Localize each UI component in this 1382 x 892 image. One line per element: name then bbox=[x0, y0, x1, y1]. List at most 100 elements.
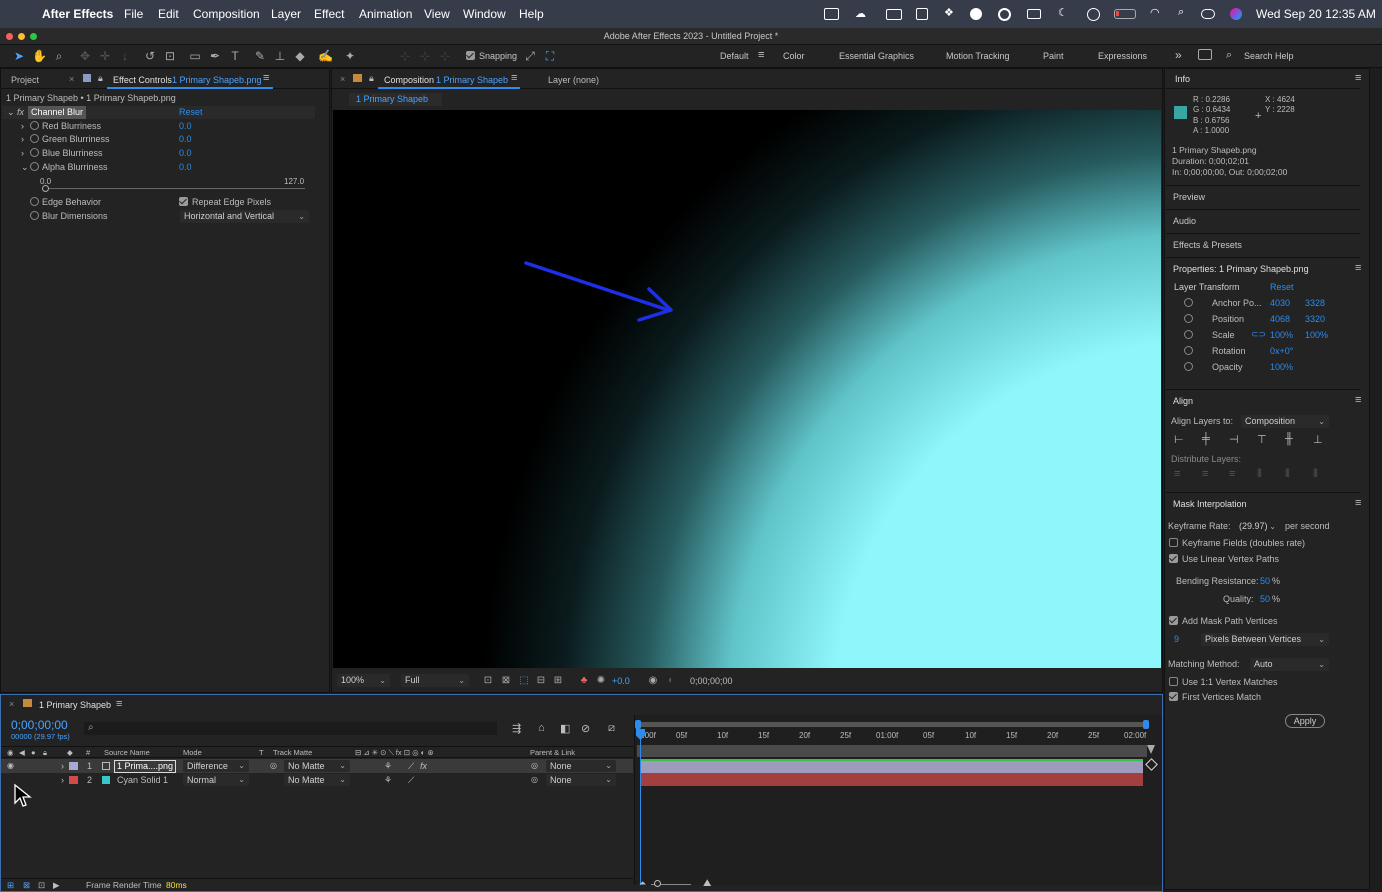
render-time-toggle-icon[interactable]: ▶ bbox=[53, 879, 60, 892]
rectangle-tool-icon[interactable]: ▭ bbox=[188, 49, 202, 63]
alpha-blurriness-value[interactable]: 0.0 bbox=[179, 161, 192, 174]
track-matte-dropdown[interactable]: No Matte ⌄ bbox=[284, 774, 350, 786]
green-blurriness-value[interactable]: 0.0 bbox=[179, 133, 192, 146]
zoom-tool-icon[interactable]: ⌕ bbox=[52, 49, 66, 63]
alpha-blurriness-slider[interactable] bbox=[45, 188, 305, 189]
distribute-left-icon[interactable]: ⦀ bbox=[1257, 468, 1262, 481]
fx-icon[interactable]: fx bbox=[17, 106, 24, 119]
preview-panel-header[interactable]: Preview bbox=[1166, 185, 1360, 207]
panel-menu-icon[interactable]: ≡ bbox=[1355, 72, 1361, 84]
menu-window[interactable]: Window bbox=[463, 7, 506, 21]
menu-file[interactable]: File bbox=[124, 7, 143, 21]
mode-column[interactable]: Mode bbox=[183, 747, 202, 758]
layer-mode-dropdown[interactable]: Difference ⌄ bbox=[183, 760, 249, 772]
layer-source-name[interactable]: Cyan Solid 1 bbox=[117, 773, 168, 787]
audio-panel-header[interactable]: Audio bbox=[1166, 209, 1360, 231]
source-name-column[interactable]: Source Name bbox=[104, 747, 150, 758]
comp-flowchart-tab[interactable]: 1 Primary Shapeb bbox=[349, 93, 442, 106]
parent-link-column[interactable]: Parent & Link bbox=[530, 747, 575, 758]
panel-layout-icon[interactable] bbox=[1198, 49, 1212, 60]
navigator-end-handle[interactable] bbox=[1143, 720, 1149, 729]
3d-view-icon[interactable]: ⊞ bbox=[551, 674, 565, 688]
blur-dimensions-dropdown[interactable]: Horizontal and Vertical ⌄ bbox=[180, 210, 309, 223]
param-expand-icon[interactable]: › bbox=[21, 120, 24, 133]
stopwatch-icon[interactable] bbox=[30, 162, 39, 171]
opacity-stopwatch-icon[interactable] bbox=[1184, 362, 1196, 372]
type-tool-icon[interactable]: T bbox=[228, 49, 242, 63]
constrain-proportions-icon[interactable]: ⊂⊃ bbox=[1251, 329, 1266, 340]
time-graph-area[interactable]: 0:00f 05f 10f 15f 20f 25f 01:00f 05f 10f… bbox=[634, 715, 1162, 885]
wifi-icon[interactable]: ◠ bbox=[1150, 6, 1160, 22]
app-icon[interactable] bbox=[916, 8, 928, 20]
snap-features-icon[interactable]: ⛶ bbox=[543, 49, 557, 63]
keyframe-rate-dropdown[interactable]: (29.97) ⌄ bbox=[1235, 520, 1280, 533]
pan-tool-icon[interactable]: ✛ bbox=[98, 49, 112, 63]
effect-expand-icon[interactable]: ⌄ bbox=[7, 106, 15, 119]
scale-stopwatch-icon[interactable] bbox=[1184, 330, 1196, 340]
stopwatch-icon[interactable] bbox=[30, 134, 39, 143]
panel-menu-icon[interactable]: ≡ bbox=[263, 72, 269, 84]
distribute-right-icon[interactable]: ⦀ bbox=[1313, 468, 1318, 481]
switches-column-icon[interactable]: ⊟ ⊿ ✳ ⊙ ⟍ fx ⊡ ◎ ◐ ⊛ bbox=[355, 747, 434, 758]
layer-expand-icon[interactable]: › bbox=[61, 773, 64, 787]
menu-help[interactable]: Help bbox=[519, 7, 544, 21]
scale-x-value[interactable]: 100% bbox=[1270, 330, 1293, 340]
tab-effect-controls[interactable]: Effect Controls bbox=[113, 75, 172, 85]
layer-2-duration-bar[interactable] bbox=[640, 773, 1143, 786]
effect-name-channel-blur[interactable]: Channel Blur bbox=[28, 106, 87, 119]
minimize-window-button[interactable] bbox=[18, 33, 25, 40]
video-toggle-icon[interactable]: ◉ bbox=[7, 747, 14, 758]
grammarly-icon[interactable] bbox=[998, 8, 1011, 21]
add-mask-vertices-checkbox[interactable]: Add Mask Path Vertices bbox=[1169, 616, 1278, 626]
creative-cloud-icon[interactable]: ☁ bbox=[855, 7, 866, 23]
layer-label-color[interactable] bbox=[69, 762, 78, 770]
param-expand-icon[interactable]: › bbox=[21, 147, 24, 160]
puppet-tool-icon[interactable]: ✦ bbox=[343, 49, 357, 63]
rotation-value[interactable]: 0x+0° bbox=[1270, 346, 1293, 356]
menu-view[interactable]: View bbox=[424, 7, 450, 21]
more-workspaces-icon[interactable]: » bbox=[1175, 48, 1182, 62]
align-horizontal-center-icon[interactable]: ╪ bbox=[1202, 433, 1210, 445]
control-center-icon[interactable] bbox=[1201, 9, 1215, 19]
screen-mirror-icon[interactable] bbox=[824, 8, 839, 20]
menubar-clock[interactable]: Wed Sep 20 12:35 AM bbox=[1256, 7, 1376, 21]
audio-toggle-icon[interactable]: ◀ bbox=[19, 747, 25, 758]
orbit-tool-icon[interactable]: ✥ bbox=[78, 49, 92, 63]
tab-project[interactable]: Project bbox=[11, 75, 39, 85]
anchor-x-value[interactable]: 4030 bbox=[1270, 298, 1290, 308]
effects-switch-icon[interactable]: fx bbox=[420, 759, 427, 773]
view-axis-icon[interactable]: ⊹ bbox=[438, 49, 452, 63]
scale-y-value[interactable]: 100% bbox=[1305, 330, 1328, 340]
param-expand-icon[interactable]: › bbox=[21, 133, 24, 146]
solo-toggle-icon[interactable]: ● bbox=[31, 747, 36, 758]
close-window-button[interactable] bbox=[6, 33, 13, 40]
align-right-icon[interactable]: ⊣ bbox=[1229, 433, 1239, 446]
spotlight-search-icon[interactable]: ⌕ bbox=[1178, 6, 1184, 22]
stopwatch-icon[interactable] bbox=[30, 148, 39, 157]
hand-tool-icon[interactable]: ✋ bbox=[32, 49, 47, 63]
magnification-dropdown[interactable]: 100% ⌄ bbox=[337, 674, 390, 687]
search-help-icon[interactable]: ⌕ bbox=[1226, 49, 1232, 62]
panel-menu-icon[interactable]: ≡ bbox=[1355, 394, 1361, 406]
eraser-tool-icon[interactable]: ◆ bbox=[293, 49, 307, 63]
bending-resistance-value[interactable]: 50 bbox=[1260, 576, 1270, 586]
parent-dropdown[interactable]: None ⌄ bbox=[546, 760, 616, 772]
guides-icon[interactable]: ⊟ bbox=[534, 674, 548, 688]
navigator-start-handle[interactable] bbox=[635, 720, 641, 729]
resolution-dropdown[interactable]: Full ⌄ bbox=[401, 674, 469, 687]
layer-label-color[interactable] bbox=[69, 776, 78, 784]
linear-vertex-paths-checkbox[interactable]: Use Linear Vertex Paths bbox=[1169, 554, 1279, 564]
moon-icon[interactable]: ☾ bbox=[1058, 6, 1068, 22]
quality-value[interactable]: 50 bbox=[1260, 594, 1270, 604]
close-tab-icon[interactable]: × bbox=[69, 74, 74, 84]
menu-edit[interactable]: Edit bbox=[158, 7, 179, 21]
clone-stamp-tool-icon[interactable]: ⊥ bbox=[273, 49, 287, 63]
anchor-y-value[interactable]: 3328 bbox=[1305, 298, 1325, 308]
frame-blending-icon[interactable]: ⊘ bbox=[581, 722, 590, 735]
workspace-default[interactable]: Default bbox=[720, 51, 749, 61]
composition-viewer[interactable] bbox=[333, 110, 1161, 668]
timeline-search-input[interactable]: ⌕ bbox=[84, 722, 497, 735]
layer-1-duration-bar[interactable] bbox=[640, 759, 1143, 773]
time-ruler[interactable]: 0:00f 05f 10f 15f 20f 25f 01:00f 05f 10f… bbox=[635, 729, 1149, 745]
tab-effect-controls-layer[interactable]: 1 Primary Shapeb.png bbox=[172, 75, 262, 85]
